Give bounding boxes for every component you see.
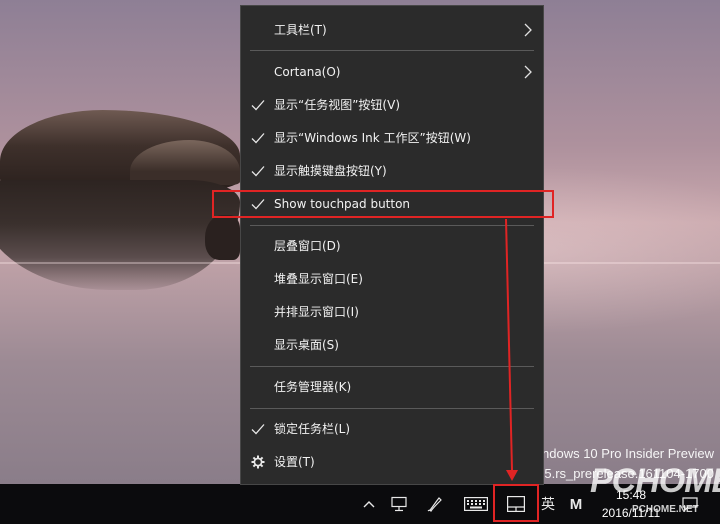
menu-item-stack-windows[interactable]: 堆叠显示窗口(E): [241, 263, 543, 296]
checkmark-icon: [251, 166, 265, 177]
menu-item-show-desktop[interactable]: 显示桌面(S): [241, 329, 543, 362]
menu-item-label: 堆叠显示窗口(E): [274, 272, 363, 286]
highlight-box-touchpad-icon: [493, 484, 539, 522]
menu-item-cascade-windows[interactable]: 层叠窗口(D): [241, 230, 543, 263]
rock-formation: [205, 215, 240, 260]
menu-item-side-by-side[interactable]: 并排显示窗口(I): [241, 296, 543, 329]
menu-item-label: 并排显示窗口(I): [274, 305, 359, 319]
menu-separator: [250, 50, 534, 51]
build-watermark-line1: ndows 10 Pro Insider Preview: [542, 446, 714, 461]
checkmark-icon: [251, 424, 265, 435]
ime-language-indicator[interactable]: 英: [538, 484, 558, 524]
menu-item-label: 显示桌面(S): [274, 338, 339, 352]
chevron-right-icon: [524, 65, 532, 79]
checkmark-icon: [251, 100, 265, 111]
chevron-up-icon[interactable]: [358, 484, 380, 524]
menu-item-label: 工具栏(T): [274, 23, 327, 37]
chevron-right-icon: [524, 23, 532, 37]
menu-separator: [250, 225, 534, 226]
menu-item-label: 设置(T): [274, 455, 315, 469]
ime-mode-indicator[interactable]: M: [565, 484, 587, 524]
touch-keyboard-icon[interactable]: [460, 484, 492, 524]
rock-reflection: [0, 180, 240, 290]
taskbar-context-menu[interactable]: 工具栏(T) Cortana(O) 显示“任务视图”按钮(V) 显示“Windo…: [240, 5, 544, 485]
menu-item-lock-taskbar[interactable]: 锁定任务栏(L): [241, 413, 543, 446]
menu-item-label: 锁定任务栏(L): [274, 422, 351, 436]
menu-item-cortana[interactable]: Cortana(O): [241, 56, 543, 89]
menu-item-label: 显示“Windows Ink 工作区”按钮(W): [274, 131, 471, 145]
menu-item-task-manager[interactable]: 任务管理器(K): [241, 371, 543, 404]
highlight-box-menu-item: [212, 190, 554, 218]
menu-item-label: 任务管理器(K): [274, 380, 352, 394]
pchome-logo: PCHOME PCHOME.NET: [590, 462, 720, 520]
pchome-logo-text: PCHOME: [590, 462, 720, 500]
menu-item-label: Cortana(O): [274, 65, 341, 79]
menu-separator: [250, 366, 534, 367]
gear-icon: [251, 455, 265, 469]
menu-item-settings[interactable]: 设置(T): [241, 446, 543, 479]
menu-item-toolbars[interactable]: 工具栏(T): [241, 14, 543, 47]
checkmark-icon: [251, 133, 265, 144]
menu-item-label: 显示触摸键盘按钮(Y): [274, 164, 387, 178]
menu-item-show-task-view[interactable]: 显示“任务视图”按钮(V): [241, 89, 543, 122]
pchome-logo-url: PCHOME.NET: [632, 504, 699, 515]
menu-item-label: 层叠窗口(D): [274, 239, 341, 253]
windows-ink-icon[interactable]: [422, 484, 448, 524]
menu-item-show-touch-keyboard[interactable]: 显示触摸键盘按钮(Y): [241, 155, 543, 188]
network-icon[interactable]: [386, 484, 412, 524]
menu-item-show-windows-ink[interactable]: 显示“Windows Ink 工作区”按钮(W): [241, 122, 543, 155]
menu-item-label: 显示“任务视图”按钮(V): [274, 98, 401, 112]
menu-separator: [250, 408, 534, 409]
